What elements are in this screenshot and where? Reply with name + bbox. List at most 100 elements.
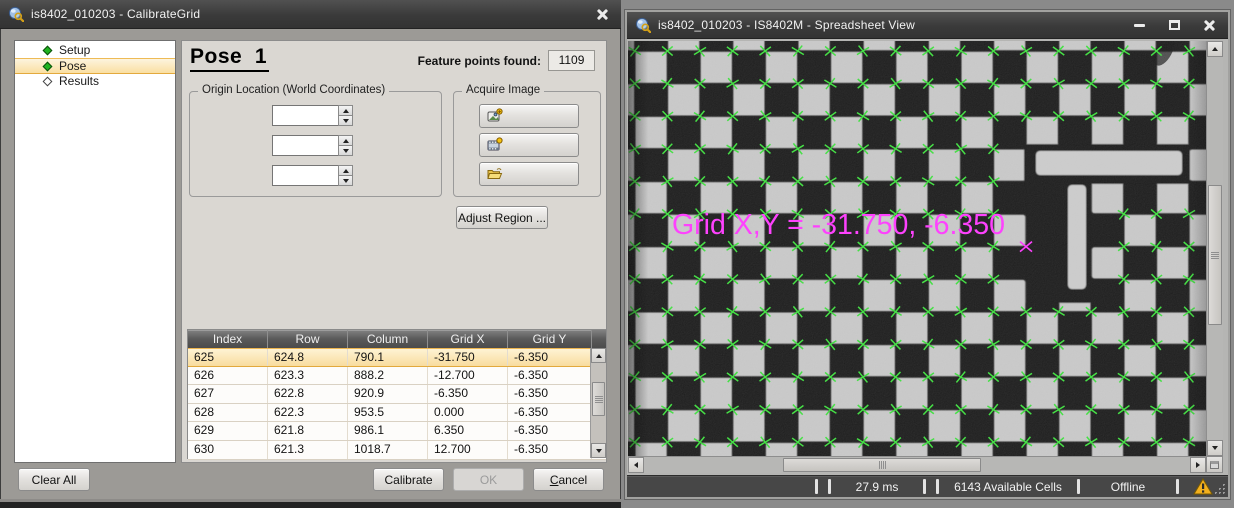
table-cell: 12.700 [428,441,508,459]
scroll-left-icon[interactable] [628,457,644,473]
clear-all-button[interactable]: Clear All [18,468,90,491]
table-cell: 621.3 [268,441,348,459]
spreadsheet-view-titlebar[interactable]: is8402_010203 - IS8402M - Spreadsheet Vi… [627,12,1228,39]
scroll-right-icon[interactable] [1190,457,1206,473]
column-header-grid-y[interactable]: Grid Y [508,330,592,348]
close-icon[interactable] [1198,16,1220,34]
table-row[interactable]: 627622.8920.9-6.350-6.350 [188,385,606,404]
image-horizontal-scrollbar[interactable] [628,456,1206,473]
sidebar-item-pose[interactable]: Pose [15,58,175,74]
sidebar-item-setup[interactable]: Setup [15,43,175,58]
scroll-down-icon[interactable] [1207,440,1223,456]
table-cell: 622.3 [268,404,348,422]
trigger-button[interactable] [479,104,579,128]
x-field[interactable] [272,105,338,126]
wizard-steps-list: SetupPoseResults [14,40,176,463]
spin-up-icon[interactable] [338,135,353,146]
adjust-region-button[interactable]: Adjust Region ... [456,206,548,229]
left-window-title: is8402_010203 - CalibrateGrid [31,7,200,21]
spin-down-icon[interactable] [338,146,353,156]
table-cell: 790.1 [348,349,428,366]
table-cell: -6.350 [428,385,508,403]
table-row[interactable]: 629621.8986.16.350-6.350 [188,422,606,441]
table-cell: 625 [188,349,268,366]
table-row[interactable]: 625624.8790.1-31.750-6.350 [188,348,606,367]
spreadsheet-view-window: is8402_010203 - IS8402M - Spreadsheet Vi… [624,9,1231,500]
spin-up-icon[interactable] [338,165,353,176]
resize-grip[interactable] [1215,484,1226,495]
table-cell: -6.350 [508,441,592,459]
image-vertical-scrollbar[interactable] [1206,41,1223,456]
view-toggle-button[interactable] [1206,456,1223,473]
origin-field-row [190,105,353,126]
table-cell: -6.350 [508,422,592,440]
scroll-up-icon[interactable] [591,348,606,363]
table-cell: 0.000 [428,404,508,422]
status-separator [1176,479,1179,494]
scroll-down-icon[interactable] [591,443,606,458]
table-cell: -6.350 [508,367,592,385]
live-video-button[interactable] [479,133,579,157]
spin-control [338,105,353,126]
insight-app-icon [635,17,651,33]
status-warning-segment [1184,476,1228,497]
step-pending-diamond-icon [43,77,53,87]
from-file-button[interactable] [479,162,579,186]
spin-up-icon[interactable] [338,105,353,116]
table-row[interactable]: 626623.3888.2-12.700-6.350 [188,367,606,386]
column-header-column[interactable]: Column [348,330,428,348]
close-icon[interactable] [591,5,613,23]
right-window-title: is8402_010203 - IS8402M - Spreadsheet Vi… [658,18,915,32]
table-cell: 953.5 [348,404,428,422]
sidebar-item-label: Results [59,74,99,88]
acquire-group-title: Acquire Image [462,84,544,96]
status-separator [923,479,926,494]
angle-field[interactable] [272,165,338,186]
cancel-button[interactable]: Cancel [533,468,604,491]
status-bar: 27.9 ms 6143 Available Cells Offline [627,475,1228,497]
warning-icon[interactable] [1193,478,1213,495]
y-field[interactable] [272,135,338,156]
sidebar-item-label: Setup [59,43,90,57]
table-cell: 626 [188,367,268,385]
table-row[interactable]: 628622.3953.50.000-6.350 [188,404,606,423]
pose-panel: Pose 1 Feature points found: 1109 Origin… [181,40,607,463]
table-scrollbar-thumb[interactable] [592,382,605,416]
scroll-up-icon[interactable] [1207,41,1223,57]
camera-image[interactable]: Grid X,Y = -31.750, -6.350 [628,41,1206,456]
column-header-index[interactable]: Index [188,330,268,348]
spin-control [338,135,353,156]
h-scrollbar-thumb[interactable] [783,458,981,472]
step-complete-diamond-icon [43,62,53,72]
table-row[interactable]: 630621.31018.712.700-6.350 [188,441,606,460]
status-separator [815,479,818,494]
table-cell: -12.700 [428,367,508,385]
spin-down-icon[interactable] [338,116,353,126]
table-cell: -6.350 [508,385,592,403]
open-folder-icon [487,166,568,182]
feature-points-row: Feature points found: 1109 [418,50,595,71]
table-cell: -6.350 [508,404,592,422]
camera-trigger-icon [487,108,568,124]
ok-button[interactable]: OK [453,468,524,491]
feature-table-header: IndexRowColumnGrid XGrid Y [188,330,606,348]
column-header-row[interactable]: Row [268,330,348,348]
table-cell: -6.350 [508,349,592,366]
v-scrollbar-thumb[interactable] [1208,185,1222,325]
column-header-grid-x[interactable]: Grid X [428,330,508,348]
calibrate-button[interactable]: Calibrate [373,468,444,491]
minimize-icon[interactable] [1128,16,1150,34]
status-separator [828,479,831,494]
table-cell: 1018.7 [348,441,428,459]
calibrate-grid-titlebar[interactable]: is8402_010203 - CalibrateGrid [0,0,621,29]
table-cell: 920.9 [348,385,428,403]
origin-location-group: Origin Location (World Coordinates) [189,91,442,197]
acquire-image-group: Acquire Image [453,91,601,197]
maximize-icon[interactable] [1163,16,1185,34]
step-complete-diamond-icon [43,46,53,56]
status-mode: Offline [1085,476,1171,497]
table-cell: 628 [188,404,268,422]
table-vertical-scrollbar[interactable] [590,348,606,458]
spin-down-icon[interactable] [338,176,353,186]
sidebar-item-results[interactable]: Results [15,74,175,89]
